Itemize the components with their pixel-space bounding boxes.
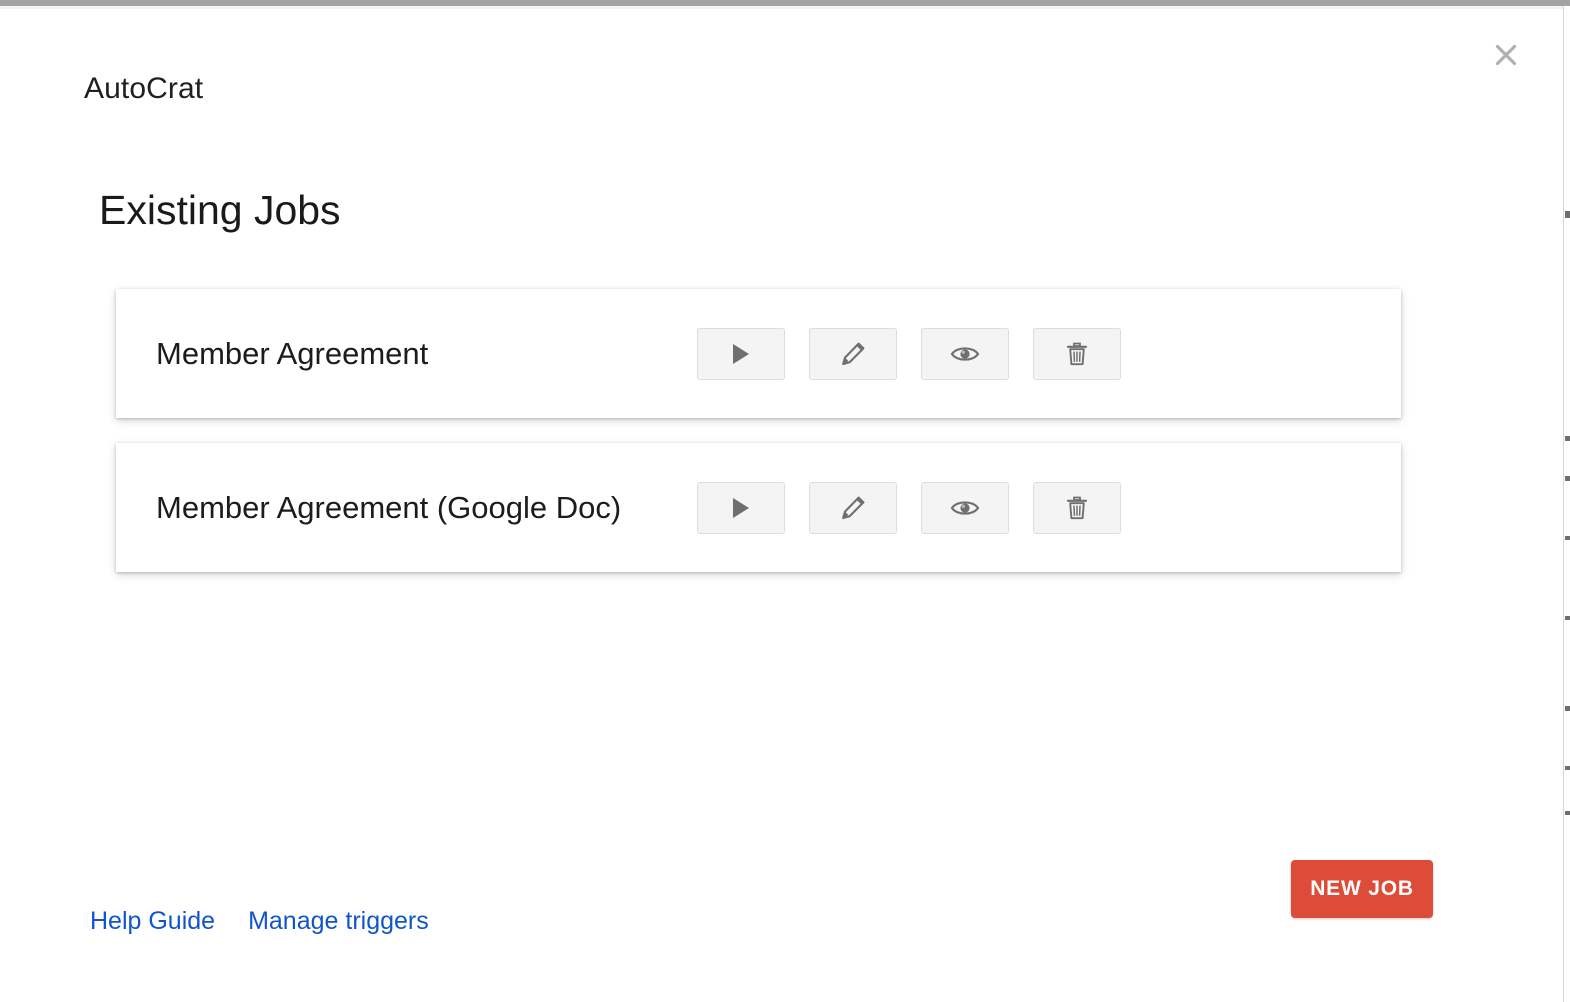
delete-job-button[interactable] xyxy=(1033,481,1121,534)
pencil-icon xyxy=(840,495,866,521)
eye-icon xyxy=(950,343,980,365)
new-job-button[interactable]: NEW JOB xyxy=(1291,860,1433,918)
job-actions xyxy=(697,481,1121,534)
help-guide-link[interactable]: Help Guide xyxy=(90,907,215,936)
preview-job-button[interactable] xyxy=(921,327,1009,380)
background-sliver-mark xyxy=(1565,436,1570,441)
play-icon xyxy=(730,496,752,520)
trash-icon xyxy=(1065,495,1089,521)
page-title: Existing Jobs xyxy=(99,187,341,233)
background-sliver-mark xyxy=(1565,706,1570,711)
pencil-icon xyxy=(840,341,866,367)
play-icon xyxy=(730,342,752,366)
background-sliver-mark xyxy=(1565,811,1570,815)
eye-icon xyxy=(950,497,980,519)
job-name: Member Agreement (Google Doc) xyxy=(156,489,622,525)
manage-triggers-link[interactable]: Manage triggers xyxy=(248,907,429,936)
job-name: Member Agreement xyxy=(156,335,429,371)
close-icon[interactable] xyxy=(1485,34,1527,76)
background-page-sliver xyxy=(1563,6,1570,1002)
trash-icon xyxy=(1065,341,1089,367)
background-sliver-mark xyxy=(1565,211,1570,218)
delete-job-button[interactable] xyxy=(1033,327,1121,380)
run-job-button[interactable] xyxy=(697,327,785,380)
background-sliver-mark xyxy=(1565,536,1570,540)
existing-jobs-list: Member Agreement Member Agreement (Googl… xyxy=(116,289,1401,597)
job-card: Member Agreement (Google Doc) xyxy=(116,443,1401,572)
background-sliver-mark xyxy=(1565,616,1570,620)
edit-job-button[interactable] xyxy=(809,327,897,380)
edit-job-button[interactable] xyxy=(809,481,897,534)
app-title: AutoCrat xyxy=(84,72,204,105)
preview-job-button[interactable] xyxy=(921,481,1009,534)
autocrat-dialog: AutoCrat Existing Jobs Member Agreement xyxy=(0,9,1563,1002)
background-sliver-mark xyxy=(1565,476,1570,481)
footer-links: Help Guide Manage triggers xyxy=(90,907,429,936)
job-actions xyxy=(697,327,1121,380)
job-card: Member Agreement xyxy=(116,289,1401,418)
background-sliver-mark xyxy=(1565,766,1570,770)
run-job-button[interactable] xyxy=(697,481,785,534)
